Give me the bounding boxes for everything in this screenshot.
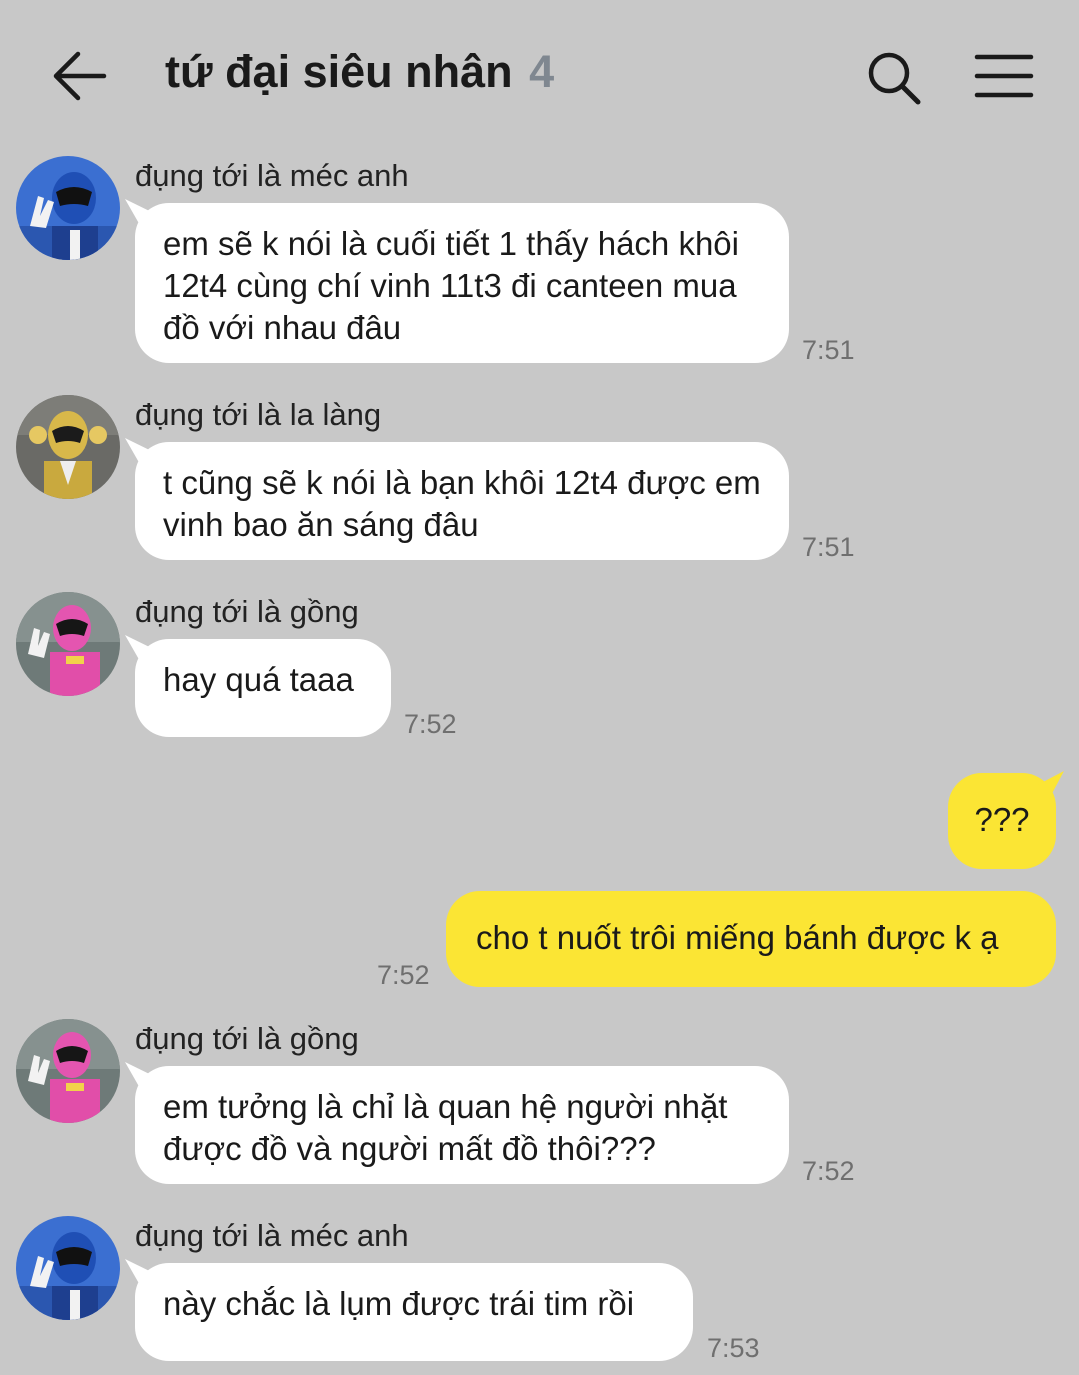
sender-name: đụng tới là gồng [135,1021,359,1056]
sender-name: đụng tới là gồng [135,594,359,629]
message-bubble[interactable]: t cũng sẽ k nói là bạn khôi 12t4 được em… [135,442,789,560]
message-bubble[interactable]: này chắc là lụm được trái tim rồi [135,1263,693,1361]
message-time: 7:51 [802,532,855,562]
sender-name: đụng tới là méc anh [135,1218,409,1253]
avatar-blue-ranger[interactable] [16,156,120,260]
sender-name: đụng tới là méc anh [135,158,409,193]
chat-title: tứ đại siêu nhân 4 [165,46,554,98]
message-bubble[interactable]: hay quá taaa [135,639,391,737]
search-icon [868,52,921,105]
arrow-left-icon [53,51,107,101]
member-count: 4 [529,46,555,97]
group-name: tứ đại siêu nhân [165,46,513,97]
avatar-blue-ranger[interactable] [16,1216,120,1320]
sender-name: đụng tới là la làng [135,397,382,432]
chat-header: tứ đại siêu nhân 4 [0,0,1079,150]
avatar-yellow-ranger[interactable] [16,395,120,499]
hamburger-menu-icon [974,54,1034,98]
avatar-pink-ranger[interactable] [16,592,120,696]
message-bubble[interactable]: em tưởng là chỉ là quan hệ người nhặt đư… [135,1066,789,1184]
back-button[interactable] [52,50,108,102]
message-time: 7:52 [404,709,457,739]
message-time: 7:52 [377,960,430,990]
message-time: 7:53 [707,1333,760,1363]
message-time: 7:52 [802,1156,855,1186]
message-bubble[interactable]: cho t nuốt trôi miếng bánh được k ạ [446,891,1056,987]
menu-button[interactable] [974,52,1034,100]
message-bubble[interactable]: ??? [948,773,1056,869]
search-button[interactable] [866,50,922,106]
message-bubble[interactable]: em sẽ k nói là cuối tiết 1 thấy hách khô… [135,203,789,363]
message-time: 7:51 [802,335,855,365]
avatar-pink-ranger[interactable] [16,1019,120,1123]
